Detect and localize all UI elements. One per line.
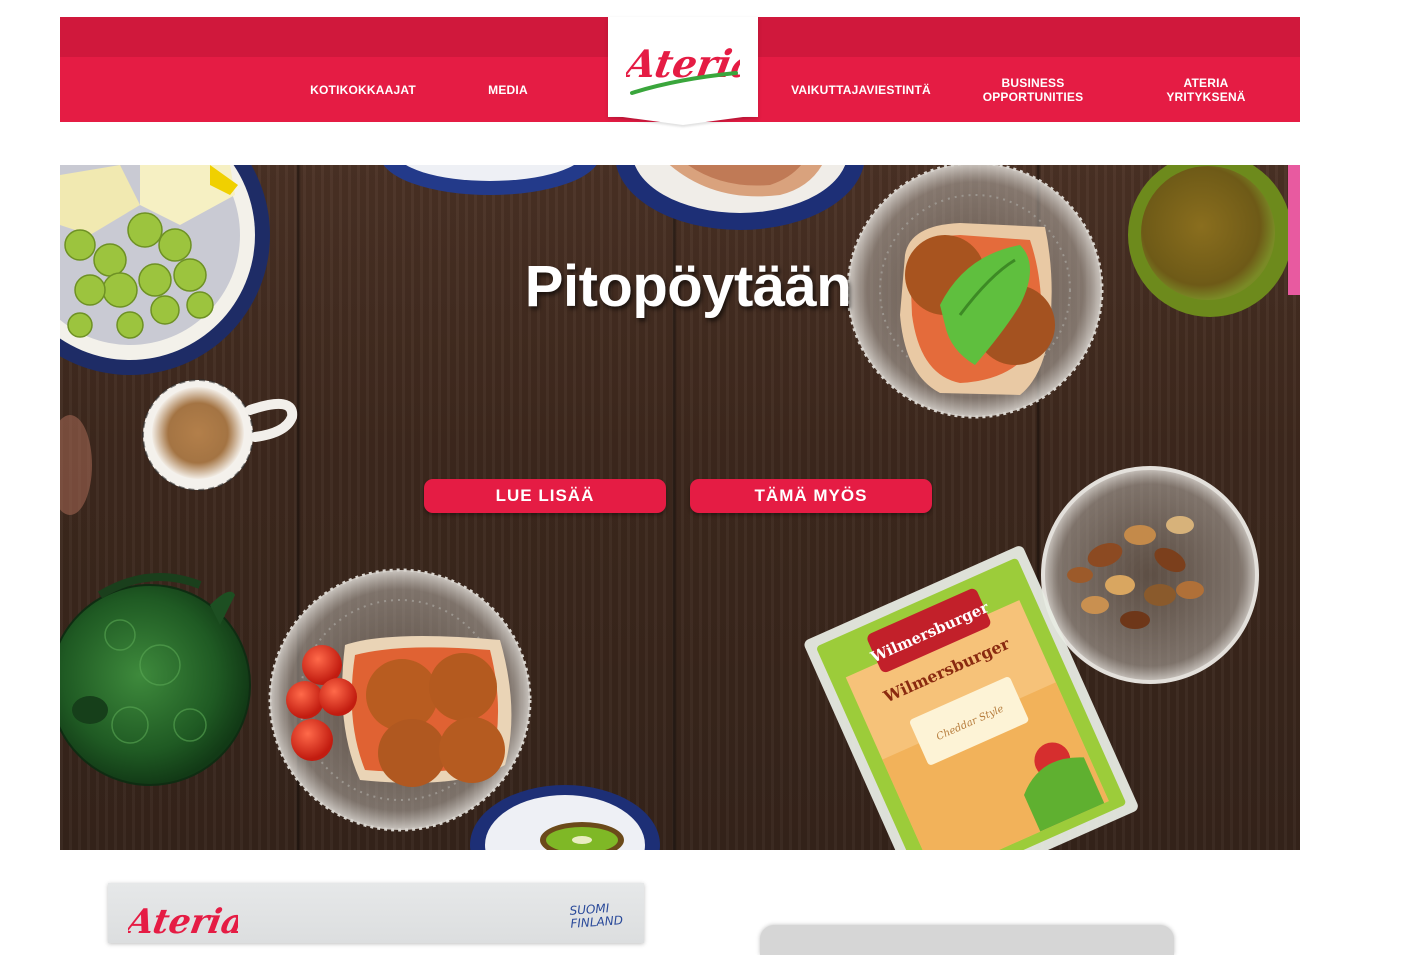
promo-card[interactable]: Ateria SUOMI FINLAND [108,883,644,943]
logo-tab[interactable]: Ateria [608,17,758,117]
hero-banner: Wilmersburger Wilmersburger Cheddar Styl… [60,165,1300,850]
nav-item-media[interactable]: MEDIA [478,83,538,97]
kiwi-plate [470,785,660,850]
product-card[interactable] [760,925,1174,955]
nav-item-ateria-yrityksena[interactable]: ATERIA YRITYKSENÄ [1154,76,1258,104]
coffee-cup [60,379,298,515]
teapot [60,573,251,786]
nuts-bowl [1041,466,1259,684]
top-plate [383,165,864,230]
logo-tab-point [608,115,758,125]
site-header: KOTIKOKKAAJAT MEDIA Ateria VAIKUTTAJAVIE… [60,17,1300,125]
nav-item-business-opportunities[interactable]: BUSINESS OPPORTUNITIES [972,76,1094,104]
hero-title: Pitopöytään [524,254,852,319]
nav-item-vaikuttajaviestinta[interactable]: VAIKUTTAJAVIESTINTÄ [788,83,934,97]
nav-item-kotikokkaajat[interactable]: KOTIKOKKAAJAT [304,83,422,97]
promo-side-text: SUOMI FINLAND [569,901,624,931]
svg-text:Ateria: Ateria [128,902,238,942]
promo-ateria-logo: Ateria [128,902,238,942]
this-too-button[interactable]: TÄMÄ MYÖS [690,479,932,513]
read-more-button[interactable]: LUE LISÄÄ [424,479,666,513]
ateria-logo: Ateria [626,42,740,95]
sandwich-plate-bottom [268,568,532,832]
